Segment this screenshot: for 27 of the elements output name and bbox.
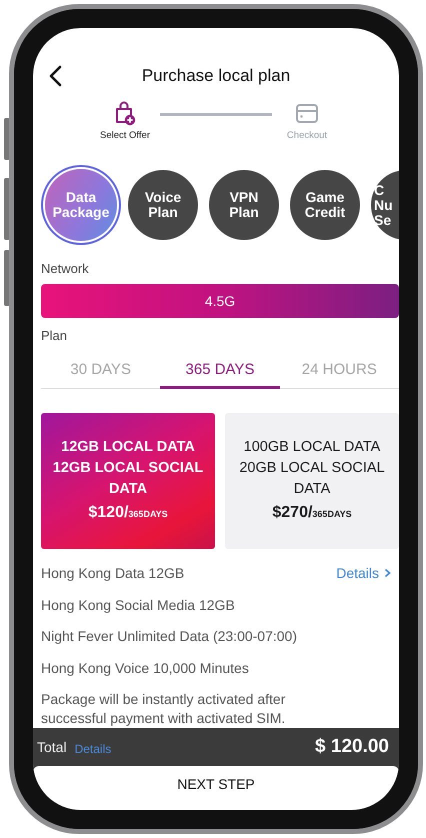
back-button[interactable] (47, 64, 63, 88)
details-link[interactable]: Details (336, 564, 391, 581)
screen-title: Purchase local plan (142, 66, 290, 86)
card-icon (295, 101, 319, 126)
activation-note: Package will be instantly activated after successful payment with activated SIM. (41, 690, 286, 728)
plan-feature: Hong Kong Data 12GB (41, 564, 184, 581)
plan-feature: Hong Kong Social Media 12GB (41, 596, 235, 613)
step-label: Select Offer (100, 130, 150, 141)
bag-plus-icon (113, 101, 137, 126)
plan-label: Plan (41, 328, 68, 343)
network-option[interactable]: 4.5G (41, 284, 399, 318)
total-label: Total (37, 739, 67, 755)
network-label: Network (41, 261, 90, 276)
offer-card[interactable]: 100GB LOCAL DATA 20GB LOCAL SOCIAL DATA $270/365DAYS (225, 413, 399, 549)
chevron-icon (384, 568, 391, 578)
category-button[interactable]: C Nu Se (371, 170, 399, 240)
step-label: Checkout (286, 130, 328, 141)
offer-card[interactable]: 12GB LOCAL DATA 12GB LOCAL SOCIAL DATA $120/365DAYS (41, 413, 215, 549)
category-button[interactable]: Game Credit (290, 170, 360, 240)
total-amount: $ 120.00 (315, 736, 389, 758)
plan-feature: Hong Kong Voice 10,000 Minutes (41, 660, 249, 676)
category-button[interactable]: Data Package (45, 169, 117, 241)
category-button[interactable]: VPN Plan (209, 170, 279, 240)
plan-tab[interactable]: 365 DAYS (160, 353, 280, 389)
next-step-button[interactable]: NEXT STEP (33, 766, 399, 810)
plan-feature: Night Fever Unlimited Data (23:00-07:00) (41, 628, 298, 644)
category-button[interactable]: Voice Plan (128, 170, 198, 240)
